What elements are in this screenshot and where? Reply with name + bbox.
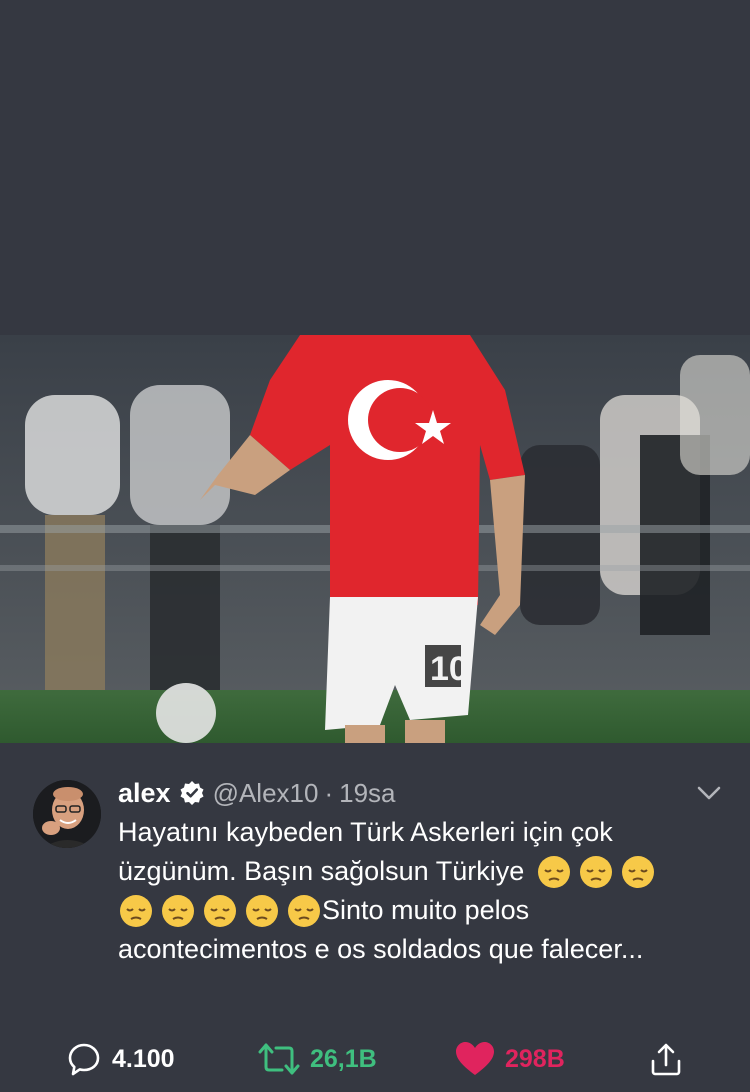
tweet: alex @Alex10 · 19sa Hayatını kaybeden Tü… (0, 743, 750, 1092)
pensive-face-emoji-icon (578, 854, 614, 890)
tweet-text: Hayatını kaybeden Türk Askerleri için ço… (118, 813, 738, 969)
reply-icon (66, 1041, 102, 1077)
tweet-text-segment: Hayatını kaybeden Türk Askerleri için ço… (118, 817, 613, 847)
retweet-icon (258, 1041, 300, 1077)
tweet-header: alex @Alex10 · 19sa (118, 776, 396, 810)
tweet-text-line: acontecimentos e os soldados que falecer… (118, 930, 738, 969)
tweet-text-line: Hayatını kaybeden Türk Askerleri için ço… (118, 813, 738, 852)
pensive-face-emoji-icon (244, 893, 280, 929)
tweet-text-line: Sinto muito pelos (118, 891, 738, 930)
tweet-text-segment[interactable]: acontecimentos e os soldados que falecer… (118, 930, 643, 969)
reply-button[interactable]: 4.100 (66, 1037, 175, 1081)
like-count: 298B (505, 1044, 565, 1073)
heart-icon (455, 1041, 495, 1077)
verified-badge-icon (179, 780, 205, 806)
pensive-face-emoji-icon (118, 893, 154, 929)
retweet-count: 26,1B (310, 1044, 377, 1073)
author-name[interactable]: alex (118, 778, 171, 809)
chevron-down-icon[interactable] (694, 779, 724, 805)
pensive-face-emoji-icon (620, 854, 656, 890)
tweet-text-line: üzgünüm. Başın sağolsun Türkiye (118, 852, 738, 891)
share-button[interactable] (648, 1037, 684, 1081)
header-separator: · (324, 777, 334, 808)
like-button[interactable]: 298B (455, 1037, 565, 1081)
avatar-image (33, 780, 101, 848)
svg-text:10: 10 (430, 650, 468, 688)
pensive-face-emoji-icon (286, 893, 322, 929)
tweet-text-segment: üzgünüm. Başın sağolsun Türkiye (118, 856, 525, 886)
photo-illustration: 10 (0, 335, 750, 743)
pensive-face-emoji-icon (536, 854, 572, 890)
tweet-media-photo[interactable]: 10 (0, 335, 750, 743)
avatar[interactable] (33, 780, 101, 848)
pensive-face-emoji-icon (202, 893, 238, 929)
retweet-button[interactable]: 26,1B (258, 1037, 377, 1081)
tweet-timestamp: 19sa (339, 777, 396, 808)
author-handle[interactable]: @Alex10 (213, 778, 319, 809)
share-icon (648, 1041, 684, 1077)
tweet-detail-screen: 10 alex @Alex10 · 19sa Hayatını kaybeden… (0, 0, 750, 1092)
tweet-actions-bar: 4.100 26,1B 298B (0, 1037, 750, 1081)
pensive-face-emoji-icon (160, 893, 196, 929)
reply-count: 4.100 (112, 1044, 175, 1073)
tweet-text-segment: Sinto muito pelos (322, 895, 530, 925)
